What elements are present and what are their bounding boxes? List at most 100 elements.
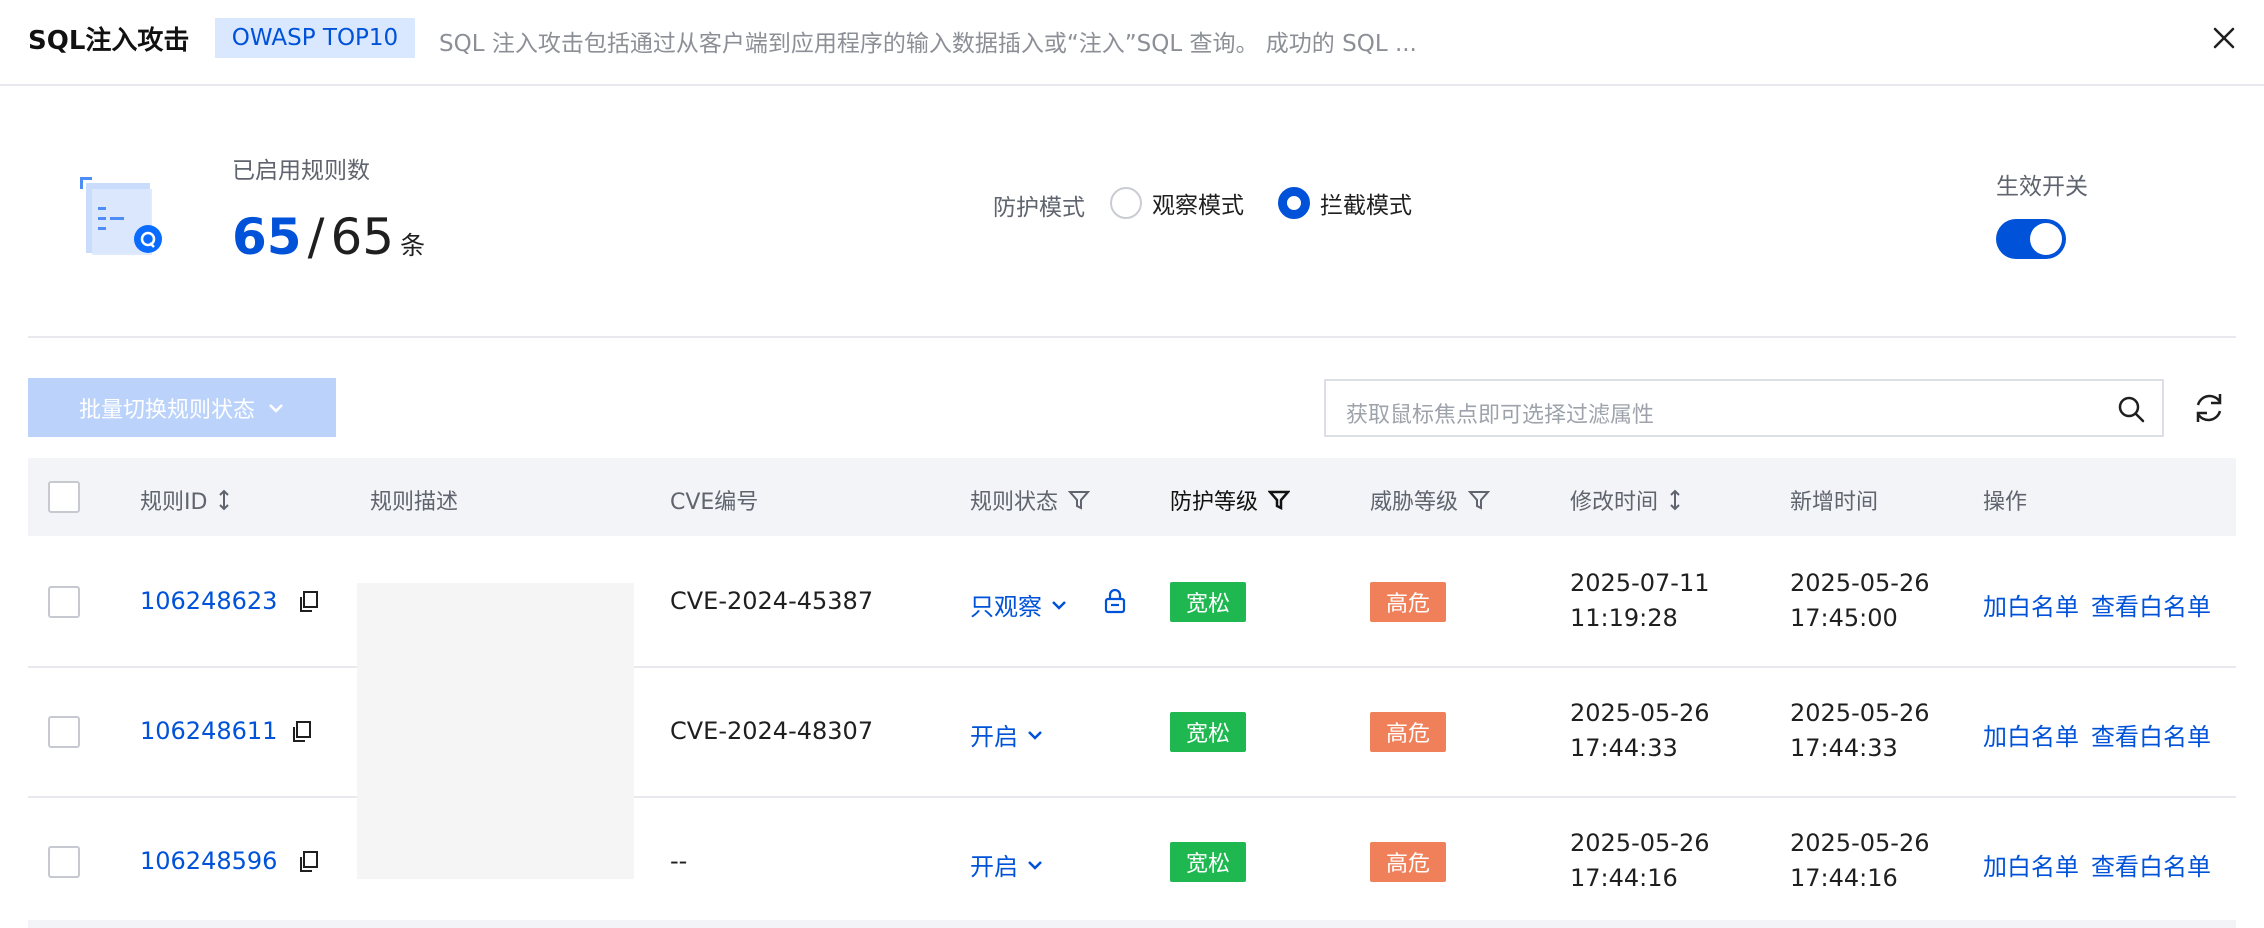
enabled-count: 65 — [232, 208, 302, 266]
search-icon[interactable] — [2116, 394, 2146, 424]
rule-id-link[interactable]: 106248623 — [140, 587, 277, 615]
chevron-down-icon — [1052, 600, 1066, 610]
th-cve: CVE编号 — [670, 490, 759, 515]
copy-icon[interactable] — [291, 720, 313, 744]
batch-toggle-status-button[interactable]: 批量切换规则状态 — [28, 378, 336, 437]
th-status[interactable]: 规则状态 — [970, 484, 1091, 516]
cve-id: CVE-2024-45387 — [670, 587, 874, 615]
created-time: 2025-05-26 17:44:33 — [1790, 696, 1929, 766]
created-time: 2025-05-26 17:44:16 — [1790, 826, 1929, 896]
filter-search-input[interactable]: 获取鼠标焦点即可选择过滤属性 — [1324, 379, 2164, 437]
modified-time: 2025-05-26 17:44:16 — [1570, 826, 1709, 896]
modified-clock: 11:19:28 — [1570, 604, 1678, 632]
category-description: SQL 注入攻击包括通过从客户端到应用程序的输入数据插入或“注入”SQL 查询。… — [439, 31, 1417, 57]
total-count: 65 — [330, 208, 395, 266]
th-rule-id[interactable]: 规则ID — [140, 484, 231, 516]
created-date: 2025-05-26 — [1790, 829, 1930, 857]
filter-icon[interactable] — [1268, 489, 1291, 511]
created-clock: 17:44:16 — [1790, 864, 1898, 892]
created-time: 2025-05-26 17:45:00 — [1790, 566, 1929, 636]
rule-status-dropdown[interactable]: 只观察 — [970, 587, 1068, 622]
th-status-label: 规则状态 — [970, 490, 1059, 515]
lock-icon[interactable] — [1104, 588, 1126, 614]
th-created-time: 新增时间 — [1790, 490, 1879, 515]
radio-circle-checked[interactable] — [1278, 187, 1310, 219]
row-checkbox[interactable] — [48, 846, 80, 878]
sort-icon[interactable] — [217, 489, 231, 511]
filter-icon[interactable] — [1468, 489, 1491, 511]
row-checkbox[interactable] — [48, 716, 80, 748]
view-whitelist-link[interactable]: 查看白名单 — [2091, 847, 2211, 882]
rule-status-value: 只观察 — [970, 593, 1042, 621]
rule-status-dropdown[interactable]: 开启 — [970, 847, 1044, 882]
radio-block-label: 拦截模式 — [1320, 193, 1412, 219]
radio-circle[interactable] — [1110, 187, 1142, 219]
created-date: 2025-05-26 — [1790, 699, 1930, 727]
th-protect-level-label: 防护等级 — [1170, 490, 1259, 515]
rule-document-icon — [80, 177, 162, 255]
sort-icon[interactable] — [1668, 489, 1682, 511]
created-clock: 17:45:00 — [1790, 604, 1898, 632]
count-separator: / — [307, 208, 325, 266]
protect-level-badge: 宽松 — [1170, 842, 1247, 882]
enable-switch[interactable] — [1996, 219, 2066, 259]
enable-switch-label: 生效开关 — [1996, 174, 2088, 200]
add-whitelist-link[interactable]: 加白名单 — [1983, 717, 2079, 752]
rule-id-link[interactable]: 106248611 — [140, 717, 277, 745]
modified-time: 2025-07-11 11:19:28 — [1570, 566, 1709, 636]
th-threat-level[interactable]: 威胁等级 — [1370, 484, 1491, 516]
chevron-down-icon — [1028, 860, 1042, 870]
th-rule-desc: 规则描述 — [370, 490, 459, 515]
cve-id: CVE-2024-48307 — [670, 717, 874, 745]
th-rule-id-label: 规则ID — [140, 490, 208, 515]
refresh-icon[interactable] — [2190, 389, 2228, 427]
protect-level-badge: 宽松 — [1170, 582, 1247, 622]
rule-status-dropdown[interactable]: 开启 — [970, 717, 1044, 752]
copy-icon[interactable] — [298, 590, 320, 614]
radio-observe-label: 观察模式 — [1152, 193, 1244, 219]
chevron-down-icon — [1028, 730, 1042, 740]
chevron-down-icon — [269, 403, 283, 413]
redacted-rule-descriptions — [357, 583, 634, 879]
row-checkbox[interactable] — [48, 586, 80, 618]
view-whitelist-link[interactable]: 查看白名单 — [2091, 587, 2211, 622]
batch-toggle-label: 批量切换规则状态 — [78, 397, 255, 423]
rule-status-value: 开启 — [970, 853, 1018, 881]
th-modified-time-label: 修改时间 — [1570, 490, 1659, 515]
threat-level-badge: 高危 — [1370, 582, 1447, 622]
cve-id: -- — [670, 847, 688, 875]
modified-date: 2025-05-26 — [1570, 829, 1710, 857]
rules-summary: 已启用规则数 65/65 条 防护模式 观察模式 拦截模式 生效开关 — [28, 88, 2236, 338]
modified-date: 2025-07-11 — [1570, 569, 1710, 597]
radio-observe-mode[interactable]: 观察模式 — [1110, 186, 1244, 220]
modified-clock: 17:44:33 — [1570, 734, 1678, 762]
enabled-rules-label: 已启用规则数 — [232, 158, 370, 184]
filter-icon[interactable] — [1068, 489, 1091, 511]
created-clock: 17:44:33 — [1790, 734, 1898, 762]
dialog-header: SQL注入攻击 OWASP TOP10 SQL 注入攻击包括通过从客户端到应用程… — [0, 0, 2264, 86]
rule-id-link[interactable]: 106248596 — [140, 847, 277, 875]
modified-clock: 17:44:16 — [1570, 864, 1678, 892]
th-protect-level[interactable]: 防护等级 — [1170, 484, 1291, 516]
created-date: 2025-05-26 — [1790, 569, 1930, 597]
select-all-checkbox[interactable] — [48, 481, 80, 513]
th-modified-time[interactable]: 修改时间 — [1570, 484, 1682, 516]
close-icon — [2213, 27, 2235, 49]
dialog-title: SQL注入攻击 — [28, 26, 190, 56]
table-header: 规则ID 规则描述 CVE编号 规则状态 防护等级 威胁等级 修改时间 新增时间… — [28, 458, 2236, 536]
category-tag: OWASP TOP10 — [215, 18, 415, 58]
view-whitelist-link[interactable]: 查看白名单 — [2091, 717, 2211, 752]
table-footer-strip — [28, 920, 2236, 928]
threat-level-badge: 高危 — [1370, 712, 1447, 752]
add-whitelist-link[interactable]: 加白名单 — [1983, 847, 2079, 882]
close-button[interactable] — [2204, 18, 2244, 58]
protect-level-badge: 宽松 — [1170, 712, 1247, 752]
add-whitelist-link[interactable]: 加白名单 — [1983, 587, 2079, 622]
radio-block-mode[interactable]: 拦截模式 — [1278, 186, 1412, 220]
enabled-rules-count: 65/65 条 — [232, 208, 425, 266]
modified-date: 2025-05-26 — [1570, 699, 1710, 727]
count-unit: 条 — [400, 231, 426, 260]
rule-status-value: 开启 — [970, 723, 1018, 751]
copy-icon[interactable] — [298, 850, 320, 874]
th-threat-level-label: 威胁等级 — [1370, 490, 1459, 515]
